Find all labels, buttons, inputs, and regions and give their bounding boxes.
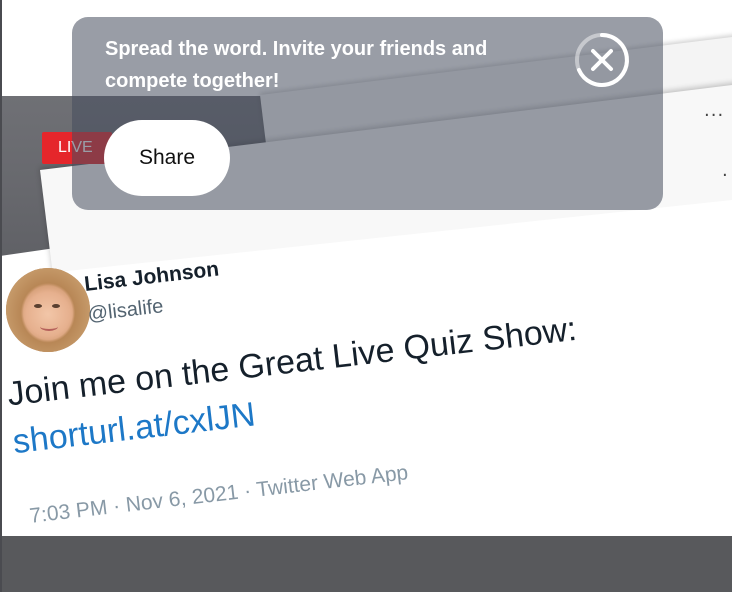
share-button[interactable]: Share bbox=[104, 120, 230, 196]
close-icon bbox=[575, 33, 629, 87]
close-button[interactable] bbox=[573, 31, 631, 89]
left-edge bbox=[0, 0, 2, 592]
more-options-icon-secondary[interactable]: . bbox=[722, 160, 729, 181]
tweet-timestamp: 7:03 PM · Nov 6, 2021 · Twitter Web App bbox=[28, 461, 410, 528]
author-handle[interactable]: @lisalife bbox=[87, 295, 165, 327]
bottom-bar bbox=[0, 536, 732, 592]
invite-message: Spread the word. Invite your friends and… bbox=[105, 38, 488, 92]
more-options-icon[interactable]: ... bbox=[704, 100, 724, 121]
author-name[interactable]: Lisa Johnson bbox=[83, 258, 220, 297]
screen: ... . Lisa Johnson @lisalife Join me on … bbox=[0, 0, 732, 592]
